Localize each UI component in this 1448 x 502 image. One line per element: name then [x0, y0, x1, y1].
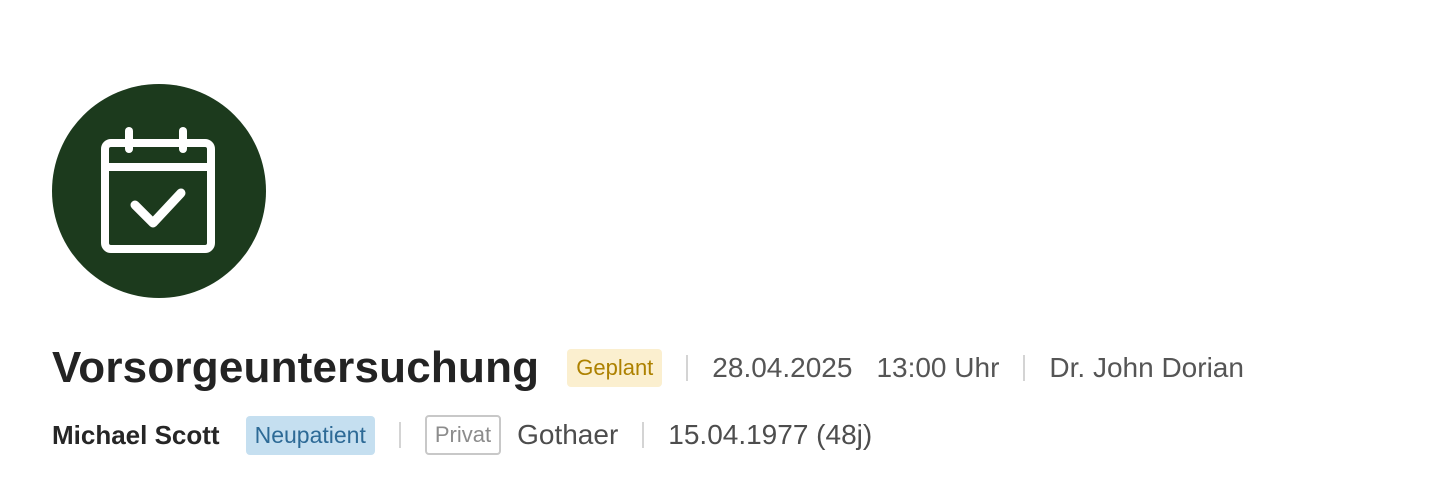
appointment-header: Vorsorgeuntersuchung Geplant 28.04.2025 … [0, 0, 1448, 502]
insurance-type-badge: Privat [424, 415, 502, 455]
patient-info-row: Michael Scott Neupatient Privat Gothaer … [52, 414, 872, 456]
appointment-info-row: Vorsorgeuntersuchung Geplant 28.04.2025 … [52, 343, 1244, 392]
divider [1023, 355, 1026, 381]
doctor-name: Dr. John Dorian [1049, 352, 1244, 383]
divider [398, 422, 401, 448]
patient-name: Michael Scott [52, 419, 220, 450]
status-badge: Geplant [567, 349, 663, 387]
appointment-time: 13:00 Uhr [876, 352, 1000, 383]
calendar-check-icon [101, 127, 215, 253]
insurer-name: Gothaer [517, 419, 619, 450]
patient-tag-badge: Neupatient [245, 415, 375, 455]
appointment-date: 28.04.2025 [712, 352, 853, 383]
appointment-title: Vorsorgeuntersuchung [52, 343, 540, 392]
divider [642, 422, 645, 448]
appointment-avatar [52, 84, 266, 298]
divider [686, 355, 689, 381]
patient-birthdate: 15.04.1977 (48j) [668, 419, 873, 450]
